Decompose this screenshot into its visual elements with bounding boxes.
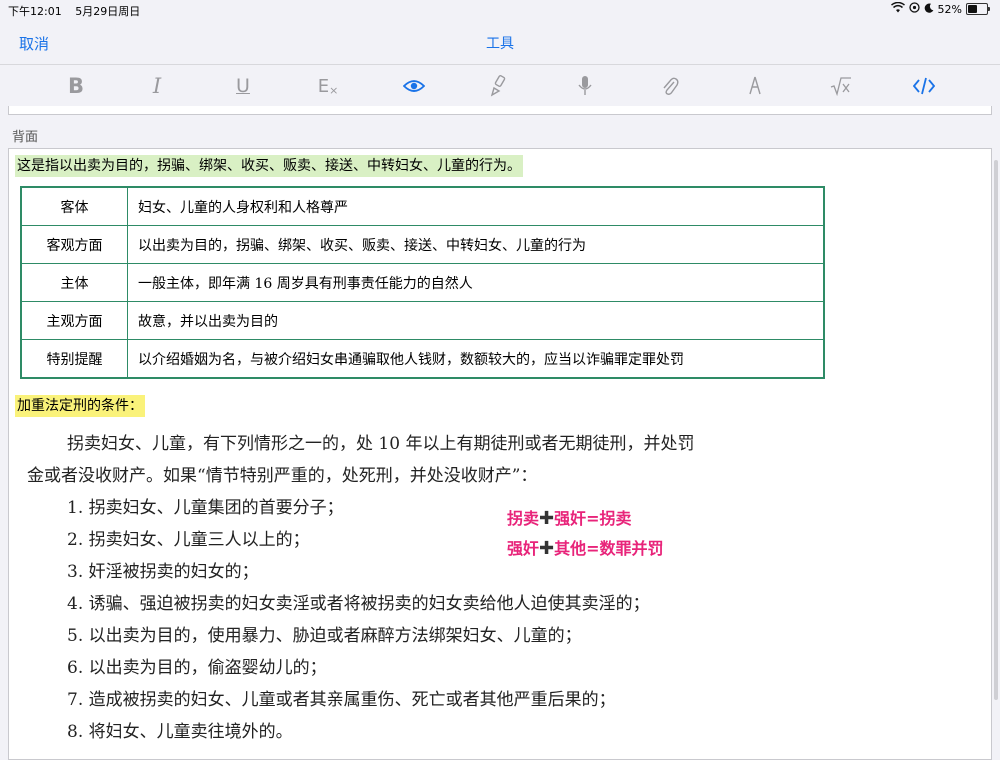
status-date: 5月29日周日 xyxy=(75,5,141,18)
paperclip-icon[interactable] xyxy=(650,71,690,101)
table-row: 特别提醒 以介绍婚姻为名，与被介绍妇女串通骗取他人钱财，数额较大的，应当以诈骗罪… xyxy=(20,339,825,379)
underline-button[interactable]: U xyxy=(223,71,263,101)
table-value: 以出卖为目的，拐骗、绑架、收买、贩卖、接送、中转妇女、儿童的行为 xyxy=(127,225,825,264)
handwritten-annotation: 拐卖✚强奸=拐卖 xyxy=(507,507,632,531)
wifi-icon xyxy=(890,1,905,16)
plus-icon: ✚ xyxy=(539,538,555,559)
back-field-label: 背面 xyxy=(12,130,39,145)
table-value: 故意，并以出卖为目的 xyxy=(127,301,825,340)
nav-title[interactable]: 工具 xyxy=(0,33,1000,53)
list-item: 2. 拐卖妇女、儿童三人以上的； xyxy=(67,530,310,550)
annotation-part: 其他=数罪并罚 xyxy=(554,539,664,558)
cancel-button[interactable]: 取消 xyxy=(19,33,49,54)
list-item: 6. 以出卖为目的，偷盗婴幼儿的； xyxy=(67,658,327,678)
table-value: 一般主体，即年满 16 周岁具有刑事责任能力的自然人 xyxy=(127,263,825,302)
paragraph-line: 金或者没收财产。如果“情节特别严重的，处死刑，并处没收财产”： xyxy=(27,466,538,486)
mic-icon[interactable] xyxy=(565,71,605,101)
code-icon[interactable] xyxy=(904,71,944,101)
location-lock-icon xyxy=(908,2,920,16)
status-time: 下午12:01 xyxy=(8,5,62,18)
format-toolbar: B I U E × xyxy=(0,64,1000,107)
paragraph-line: 拐卖妇女、儿童，有下列情形之一的，处 10 年以上有期徒刑或者无期徒刑，并处罚 xyxy=(67,434,695,454)
table-key: 客观方面 xyxy=(20,225,128,264)
table-key: 客体 xyxy=(20,186,128,226)
handwritten-annotation: 强奸✚其他=数罪并罚 xyxy=(507,537,664,561)
eye-icon[interactable] xyxy=(394,71,434,101)
nav-bar: 工具 取消 xyxy=(0,20,1000,64)
list-item: 3. 奸淫被拐卖的妇女的； xyxy=(67,562,259,582)
italic-button[interactable]: I xyxy=(137,71,177,101)
plus-icon: ✚ xyxy=(539,508,555,529)
brush-icon[interactable] xyxy=(479,71,519,101)
table-value: 以介绍婚姻为名，与被介绍妇女串通骗取他人钱财，数额较大的，应当以诈骗罪定罪处罚 xyxy=(127,339,825,379)
front-field[interactable] xyxy=(8,106,992,115)
annotation-part: 强奸 xyxy=(507,539,540,558)
table-key: 特别提醒 xyxy=(20,339,128,379)
bold-button[interactable]: B xyxy=(56,71,96,101)
aggravating-label: 加重法定刑的条件： xyxy=(15,395,145,417)
battery-percent: 52% xyxy=(937,2,962,16)
table-row: 客观方面 以出卖为目的，拐骗、绑架、收买、贩卖、接送、中转妇女、儿童的行为 xyxy=(20,225,825,264)
table-row: 主体 一般主体，即年满 16 周岁具有刑事责任能力的自然人 xyxy=(20,263,825,302)
annotation-part: 拐卖 xyxy=(507,509,540,528)
clear-format-button[interactable]: E × xyxy=(308,71,348,101)
moon-icon xyxy=(924,2,934,16)
list-item: 5. 以出卖为目的，使用暴力、胁迫或者麻醉方法绑架妇女、儿童的； xyxy=(67,626,582,646)
table-row: 客体 妇女、儿童的人身权利和人格尊严 xyxy=(20,186,825,226)
table-key: 主观方面 xyxy=(20,301,128,340)
table-row: 主观方面 故意，并以出卖为目的 xyxy=(20,301,825,340)
table-key: 主体 xyxy=(20,263,128,302)
list-item: 7. 造成被拐卖的妇女、儿童或者其亲属重伤、死亡或者其他严重后果的； xyxy=(67,690,616,710)
back-field-editor[interactable]: 这是指以出卖为目的，拐骗、绑架、收买、贩卖、接送、中转妇女、儿童的行为。 客体 … xyxy=(8,148,992,760)
crime-elements-table: 客体 妇女、儿童的人身权利和人格尊严 客观方面 以出卖为目的，拐骗、绑架、收买、… xyxy=(20,186,825,379)
clear-format-x-icon: × xyxy=(329,83,339,97)
scanned-text-image: 拐卖妇女、儿童，有下列情形之一的，处 10 年以上有期徒刑或者无期徒刑，并处罚 … xyxy=(9,419,991,759)
list-item: 4. 诱骗、强迫被拐卖的妇女卖淫或者将被拐卖的妇女卖给他人迫使其卖淫的； xyxy=(67,594,650,614)
sqrt-icon[interactable] xyxy=(821,71,861,101)
table-value: 妇女、儿童的人身权利和人格尊严 xyxy=(127,186,825,226)
status-bar: 下午12:01 5月29日周日 52% xyxy=(0,0,1000,20)
battery-icon xyxy=(966,3,990,15)
list-item: 8. 将妇女、儿童卖往境外的。 xyxy=(67,722,293,742)
annotation-part: 强奸=拐卖 xyxy=(554,509,632,528)
pen-icon[interactable] xyxy=(735,71,775,101)
clear-format-label: E xyxy=(317,75,330,97)
scrollbar[interactable] xyxy=(994,160,998,700)
definition-text: 这是指以出卖为目的，拐骗、绑架、收买、贩卖、接送、中转妇女、儿童的行为。 xyxy=(15,155,523,177)
list-item: 1. 拐卖妇女、儿童集团的首要分子； xyxy=(67,498,344,518)
